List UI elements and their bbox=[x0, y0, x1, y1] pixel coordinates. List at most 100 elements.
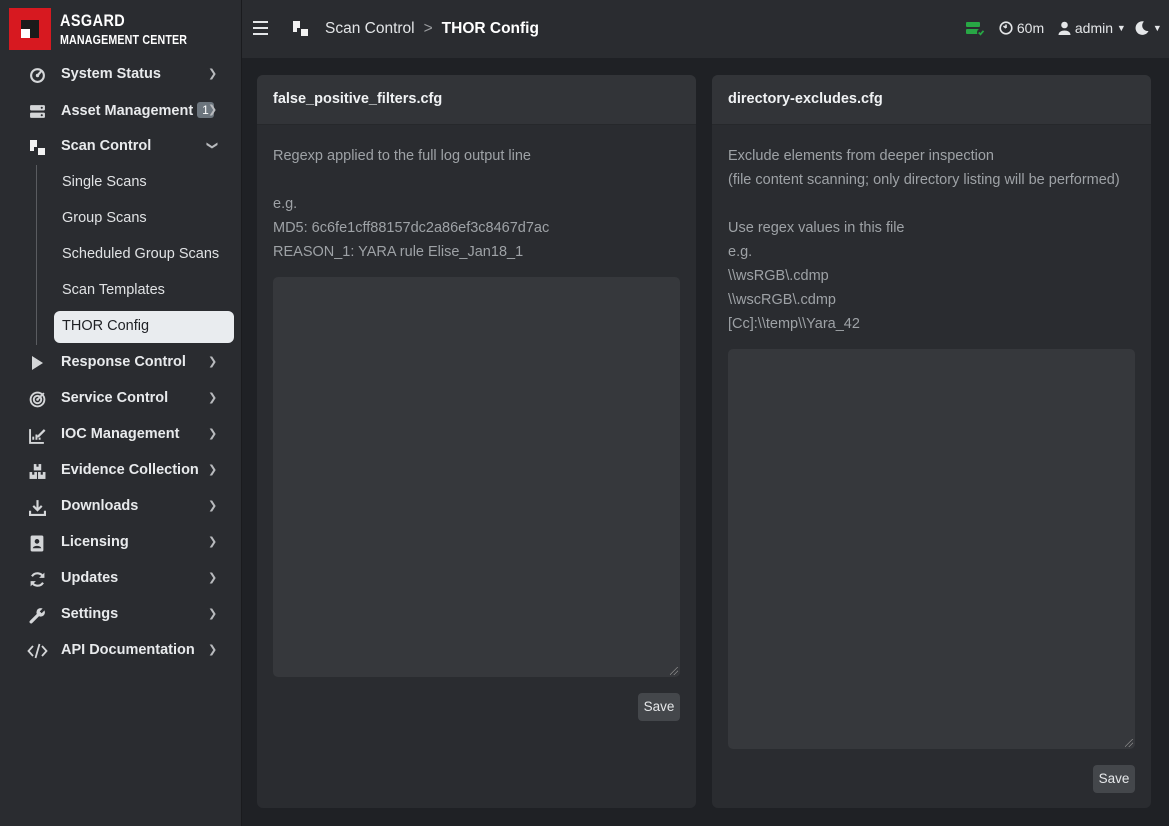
sidebar-item-downloads[interactable]: Downloads ❯ bbox=[0, 489, 241, 525]
user-icon bbox=[1058, 21, 1071, 38]
timer-icon bbox=[999, 21, 1013, 38]
play-icon bbox=[28, 354, 46, 372]
asgard-logo-icon bbox=[9, 8, 51, 50]
brand-name: ASGARD bbox=[60, 11, 126, 30]
config-card-false-positive: false_positive_filters.cfg Regexp applie… bbox=[257, 75, 696, 808]
chevron-right-icon: ❯ bbox=[208, 572, 218, 584]
card-title: directory-excludes.cfg bbox=[728, 91, 883, 107]
sidebar-item-evidence-collection[interactable]: Evidence Collection ❯ bbox=[0, 453, 241, 489]
directory-excludes-textarea[interactable] bbox=[728, 349, 1135, 749]
brand-subtitle: MANAGEMENT CENTER bbox=[60, 32, 188, 47]
main-content: false_positive_filters.cfg Regexp applie… bbox=[242, 58, 1169, 826]
chevron-right-icon: ❯ bbox=[208, 644, 218, 656]
sidebar-item-label: Service Control bbox=[61, 390, 169, 406]
sidebar-item-label: Scan Control bbox=[61, 138, 152, 154]
sidebar-item-group-scans[interactable]: Group Scans bbox=[37, 201, 241, 237]
sidebar-item-response-control[interactable]: Response Control ❯ bbox=[0, 345, 241, 381]
sidebar-item-service-control[interactable]: Service Control ❯ bbox=[0, 381, 241, 417]
chevron-right-icon: ❯ bbox=[208, 392, 218, 404]
sidebar-item-label: System Status bbox=[61, 66, 161, 82]
sidebar-item-thor-config[interactable]: THOR Config bbox=[37, 309, 241, 345]
description-line: Exclude elements from deeper inspection bbox=[728, 148, 994, 164]
sidebar-item-label: Response Control bbox=[61, 354, 186, 370]
false-positive-filters-textarea[interactable] bbox=[273, 277, 680, 677]
sidebar-item-label: Single Scans bbox=[62, 174, 147, 190]
user-name: admin bbox=[1074, 20, 1114, 36]
sidebar-item-asset-management[interactable]: Asset Management 1 ❯ bbox=[0, 93, 241, 129]
user-menu[interactable]: admin ▼ bbox=[1058, 20, 1126, 38]
server-status-icon[interactable] bbox=[966, 21, 986, 40]
description-line: e.g. bbox=[273, 196, 298, 212]
sidebar-item-label: Asset Management bbox=[61, 103, 194, 119]
description-line: Regexp applied to the full log output li… bbox=[273, 148, 531, 164]
breadcrumb: Scan Control > THOR Config bbox=[325, 20, 539, 38]
sidebar-item-label: Updates bbox=[61, 570, 119, 586]
sidebar-item-label: IOC Management bbox=[61, 426, 180, 442]
edit-chart-icon bbox=[28, 426, 46, 444]
server-icon bbox=[28, 102, 46, 120]
config-card-directory-excludes: directory-excludes.cfg Exclude elements … bbox=[712, 75, 1151, 808]
sidebar-nav: System Status ❯ Asset Management 1 ❯ Scan… bbox=[0, 57, 241, 669]
chevron-right-icon: ❯ bbox=[208, 500, 218, 512]
sidebar-item-single-scans[interactable]: Single Scans bbox=[37, 165, 241, 201]
sidebar-item-label: Evidence Collection bbox=[61, 462, 199, 478]
sidebar-item-label: THOR Config bbox=[62, 318, 150, 334]
menu-toggle-icon[interactable] bbox=[253, 21, 268, 35]
sidebar-item-system-status[interactable]: System Status ❯ bbox=[0, 57, 241, 93]
target-icon bbox=[28, 390, 46, 408]
theme-toggle[interactable]: ▼ bbox=[1135, 20, 1162, 38]
sidebar-item-ioc-management[interactable]: IOC Management ❯ bbox=[0, 417, 241, 453]
sidebar-item-label: Licensing bbox=[61, 534, 129, 550]
caret-down-icon: ▼ bbox=[1116, 23, 1126, 33]
resize-handle-icon[interactable] bbox=[670, 667, 678, 675]
sidebar-item-label: Group Scans bbox=[62, 210, 147, 226]
brand-logo[interactable]: ASGARD MANAGEMENT CENTER bbox=[9, 8, 187, 52]
sidebar-item-label: Downloads bbox=[61, 498, 139, 514]
moon-icon bbox=[1135, 21, 1149, 38]
sidebar-item-licensing[interactable]: Licensing ❯ bbox=[0, 525, 241, 561]
chevron-right-icon: ❯ bbox=[208, 104, 218, 116]
description-line: [Cc]:\\temp\\Yara_42 bbox=[728, 316, 860, 332]
card-header: false_positive_filters.cfg bbox=[257, 75, 696, 125]
scan-icon bbox=[293, 21, 308, 36]
sidebar-item-api-documentation[interactable]: API Documentation ❯ bbox=[0, 633, 241, 669]
session-timer-value: 60m bbox=[1016, 20, 1045, 36]
chevron-right-icon: ❯ bbox=[208, 68, 218, 80]
description-line: \\wscRGB\.cdmp bbox=[728, 292, 836, 308]
sidebar: ASGARD MANAGEMENT CENTER System Status ❯… bbox=[0, 0, 242, 826]
card-description: Exclude elements from deeper inspection … bbox=[728, 144, 1120, 336]
caret-down-icon: ▼ bbox=[1152, 23, 1162, 33]
chevron-right-icon: ❯ bbox=[208, 356, 218, 368]
wrench-icon bbox=[28, 606, 46, 624]
sidebar-item-scan-control[interactable]: Scan Control ❯ bbox=[0, 129, 241, 165]
card-header: directory-excludes.cfg bbox=[712, 75, 1151, 125]
sidebar-item-settings[interactable]: Settings ❯ bbox=[0, 597, 241, 633]
chevron-right-icon: ❯ bbox=[208, 536, 218, 548]
description-line bbox=[273, 168, 549, 192]
sidebar-item-label: Scheduled Group Scans bbox=[62, 246, 220, 262]
boxes-icon bbox=[28, 462, 46, 480]
breadcrumb-parent[interactable]: Scan Control bbox=[325, 20, 415, 37]
save-button[interactable]: Save bbox=[1093, 765, 1135, 793]
description-line: e.g. bbox=[728, 244, 753, 260]
sidebar-item-scan-templates[interactable]: Scan Templates bbox=[37, 273, 241, 309]
sidebar-item-updates[interactable]: Updates ❯ bbox=[0, 561, 241, 597]
session-timer[interactable]: 60m bbox=[999, 20, 1044, 38]
resize-handle-icon[interactable] bbox=[1125, 739, 1133, 747]
code-icon bbox=[26, 642, 48, 660]
card-description: Regexp applied to the full log output li… bbox=[273, 144, 549, 264]
description-line: (file content scanning; only directory l… bbox=[728, 172, 1120, 188]
sidebar-item-label: API Documentation bbox=[61, 642, 195, 658]
description-line: \\wsRGB\.cdmp bbox=[728, 268, 829, 284]
sidebar-item-scheduled-group-scans[interactable]: Scheduled Group Scans bbox=[37, 237, 241, 273]
chevron-right-icon: ❯ bbox=[208, 428, 218, 440]
sidebar-item-label: Scan Templates bbox=[62, 282, 165, 298]
chevron-right-icon: ❯ bbox=[208, 464, 218, 476]
id-card-icon bbox=[28, 534, 46, 552]
description-line: REASON_1: YARA rule Elise_Jan18_1 bbox=[273, 244, 524, 260]
save-button[interactable]: Save bbox=[638, 693, 680, 721]
topbar: Scan Control > THOR Config 60m admin ▼ ▼ bbox=[242, 0, 1169, 58]
scan-control-submenu: Single Scans Group Scans Scheduled Group… bbox=[36, 165, 241, 345]
gauge-icon bbox=[28, 66, 46, 84]
sidebar-item-label: Settings bbox=[61, 606, 119, 622]
